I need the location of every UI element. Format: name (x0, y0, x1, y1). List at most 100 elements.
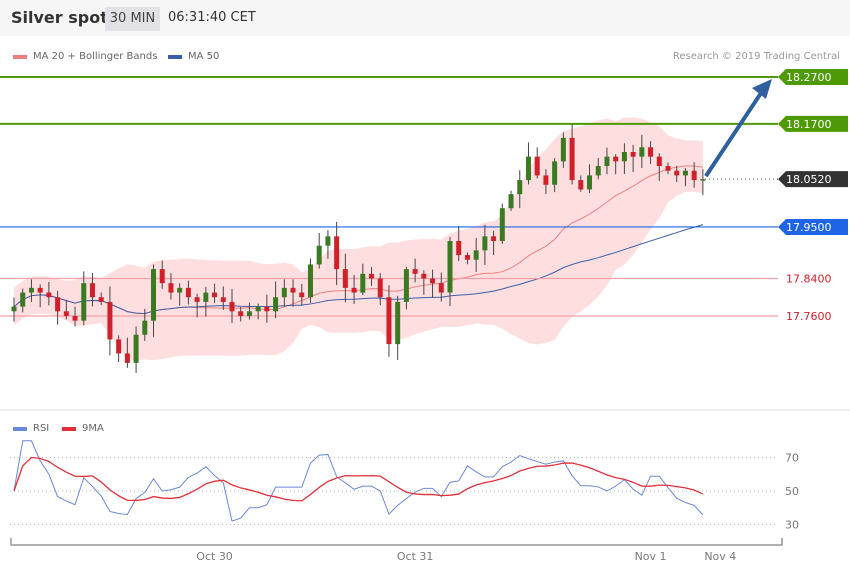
candle-body (386, 297, 392, 345)
candle-body (473, 250, 479, 260)
candle-body (377, 278, 383, 298)
rsi-tick-label: 70 (785, 452, 799, 465)
candle-body (203, 292, 209, 302)
candle-body (238, 311, 244, 316)
candle-body (560, 137, 566, 162)
candle-body (395, 301, 401, 345)
candle-body (212, 292, 218, 298)
level-label: 17.9500 (786, 221, 832, 234)
candle-body (89, 283, 95, 298)
rsi-ma-line (13, 456, 704, 502)
candle-body (124, 353, 130, 363)
candle-body (307, 264, 313, 298)
candle-body (421, 273, 427, 279)
candle-body (621, 151, 627, 162)
candle-body (648, 147, 654, 157)
candle (534, 147, 540, 179)
candle-body (499, 208, 505, 242)
candle-body (299, 292, 305, 298)
candle-body (674, 170, 680, 176)
candle-body (334, 236, 340, 270)
arrow-head-icon (752, 79, 772, 99)
price-chart: 18.2700 18.1700 18.0520 17.9500 17.8400 17.76… (0, 69, 850, 563)
candle-body (595, 166, 601, 176)
x-tick-label: Nov 4 (704, 550, 736, 563)
level-label: 18.0520 (786, 173, 832, 186)
level-label: 17.8400 (786, 272, 832, 285)
candle-body (63, 311, 69, 316)
candle-body (255, 306, 261, 312)
rsi-line (13, 440, 704, 522)
candle-body (430, 278, 436, 284)
candle-body (264, 306, 270, 312)
candle-body (569, 137, 575, 181)
candle-body (177, 287, 183, 293)
candle-body (159, 269, 165, 284)
candle-body (552, 161, 558, 185)
candle-body (604, 156, 610, 167)
candle-body (185, 287, 191, 298)
candle-body (578, 180, 584, 190)
candle-body (46, 292, 52, 298)
candle-body (369, 273, 375, 279)
x-tick-label: Oct 31 (397, 550, 434, 563)
rsi-tick-label: 50 (785, 485, 799, 498)
candle-body (55, 297, 61, 312)
candle-body (525, 156, 531, 181)
candle-body (11, 306, 17, 312)
candle-body (630, 151, 636, 157)
candle-body (98, 297, 104, 302)
candle-body (229, 301, 235, 312)
candle-body (534, 156, 540, 176)
candle-body (656, 156, 662, 167)
candle-body (517, 180, 523, 195)
candle-body (403, 269, 409, 302)
level-label: 18.1700 (786, 118, 832, 131)
candle-body (447, 241, 453, 293)
x-tick-label: Nov 1 (635, 550, 667, 563)
candle-body (273, 297, 279, 312)
candle-body (682, 170, 688, 176)
level-label: 17.7600 (786, 310, 832, 323)
x-tick-label: Oct 30 (196, 550, 233, 563)
candle-body (438, 283, 444, 293)
candle (499, 203, 505, 244)
candle-body (464, 255, 470, 260)
candle (525, 142, 531, 185)
candle-body (133, 334, 139, 363)
candle-body (360, 273, 366, 293)
candle-body (151, 269, 157, 321)
candle-body (543, 175, 549, 185)
candle-body (168, 283, 174, 293)
candle-body (482, 236, 488, 251)
candle-body (665, 166, 671, 171)
candle-body (587, 175, 593, 190)
candle-body (107, 301, 113, 340)
candle-body (116, 339, 122, 354)
candle-body (613, 156, 619, 162)
candle-body (491, 236, 497, 242)
candle-body (81, 283, 87, 321)
candle (508, 190, 514, 211)
candle-body (639, 147, 645, 157)
candle-body (220, 297, 226, 302)
candle (316, 232, 322, 269)
forecast-arrow (704, 88, 765, 178)
candle-body (508, 194, 514, 209)
x-axis (10, 538, 783, 546)
candle-body (37, 287, 43, 293)
candle-body (194, 297, 200, 302)
candle-body (342, 269, 348, 288)
candle-body (351, 287, 357, 293)
candle-body (456, 241, 462, 256)
level-label: 18.2700 (786, 71, 832, 84)
candle-body (290, 287, 296, 293)
candle-body (281, 287, 287, 298)
candle-body (700, 179, 706, 181)
candle (307, 258, 313, 303)
rsi-tick-label: 30 (785, 519, 799, 532)
candle-body (246, 311, 252, 316)
candle-body (20, 292, 26, 307)
candle-body (316, 245, 322, 265)
candle-body (72, 315, 78, 321)
